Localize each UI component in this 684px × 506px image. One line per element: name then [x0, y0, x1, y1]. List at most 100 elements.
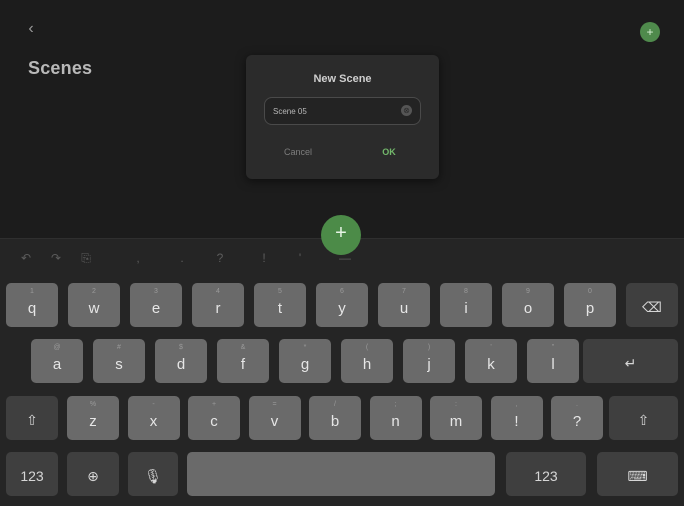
- key-label: p: [585, 300, 595, 317]
- backspace-key[interactable]: ⌫: [626, 283, 678, 327]
- key-alt-label: ,: [515, 401, 518, 408]
- key-alt-label: *: [303, 344, 307, 351]
- plus-icon: +: [335, 222, 347, 244]
- key-alt-label: ": [551, 344, 555, 351]
- key-d[interactable]: $ d: [155, 339, 207, 383]
- key-label: x: [149, 413, 158, 430]
- key-alt-label: 9: [526, 288, 530, 295]
- key-label: o: [523, 300, 533, 317]
- key-label: w: [88, 300, 100, 317]
- key-alt-label: +: [211, 401, 217, 408]
- key-row3-8[interactable]: .?: [551, 396, 603, 440]
- numbers-key-right[interactable]: 123: [506, 452, 586, 496]
- key-row3-5[interactable]: ; n: [369, 396, 422, 440]
- key-r[interactable]: 4r: [192, 283, 244, 327]
- key-label: c: [210, 413, 218, 430]
- key-alt-label: /: [334, 401, 336, 408]
- key-alt-label: ): [427, 344, 431, 351]
- microphone-icon[interactable]: 🎙: [128, 452, 178, 496]
- on-screen-keyboard: ↶ ↷ ⎘,.?! ' — 1 q 2 w 3 e 4 r 5 t 6 y 7 u 8 i 9 o 0 p ⌫ @ a # s $ d & f *…: [0, 238, 684, 506]
- period-key[interactable]: .: [172, 248, 192, 268]
- key-alt-label: ': [490, 344, 492, 351]
- key-label: !: [514, 413, 519, 430]
- key-label: j: [427, 356, 431, 373]
- key-label: ⌫: [642, 299, 662, 315]
- key-t[interactable]: 5t: [254, 283, 306, 327]
- key-h[interactable]: (h: [341, 339, 393, 383]
- key-row3-4[interactable]: / b: [309, 396, 361, 440]
- key-alt-label: .: [576, 401, 578, 408]
- globe-icon[interactable]: ⊕: [67, 452, 119, 496]
- key-label: ⇧: [26, 412, 38, 428]
- numbers-key-left[interactable]: 123: [6, 452, 58, 496]
- add-scene-fab[interactable]: +: [321, 215, 361, 255]
- apostrophe-key[interactable]: ': [290, 248, 310, 268]
- key-a[interactable]: @ a: [31, 339, 83, 383]
- key-label: ⌨: [627, 468, 648, 484]
- space-bar[interactable]: [187, 452, 495, 496]
- add-scene-button[interactable]: +: [640, 22, 660, 42]
- return-key[interactable]: ↵: [583, 339, 678, 383]
- key-alt-label: $: [179, 344, 183, 351]
- scene-name-input[interactable]: [264, 97, 421, 125]
- key-label: g: [300, 356, 310, 373]
- comma-key[interactable]: ,: [128, 248, 148, 268]
- key-label: e: [151, 300, 161, 317]
- key-label: k: [487, 356, 495, 373]
- cancel-button[interactable]: Cancel: [273, 147, 323, 157]
- key-u[interactable]: 7u: [378, 283, 430, 327]
- clear-icon[interactable]: ⊗: [401, 105, 412, 116]
- key-s[interactable]: # s: [93, 339, 145, 383]
- key-label: r: [215, 300, 221, 317]
- key-y[interactable]: 6y: [316, 283, 368, 327]
- key-label: f: [240, 356, 246, 373]
- exclaim-key[interactable]: !: [254, 248, 274, 268]
- shift-key-left[interactable]: ⇧: [6, 396, 58, 440]
- key-label: u: [399, 300, 409, 317]
- key-label: t: [277, 300, 283, 317]
- ok-button[interactable]: OK: [366, 147, 412, 157]
- key-w[interactable]: 2w: [68, 283, 120, 327]
- hide-keyboard-icon[interactable]: ⌨: [597, 452, 678, 496]
- key-alt-label: ;: [394, 401, 397, 408]
- app-screen: ‹ Scenes + New Scene ⊗ Cancel OK: [0, 0, 684, 238]
- dialog-title: New Scene: [313, 73, 372, 85]
- key-g[interactable]: * g: [279, 339, 331, 383]
- key-row3-3[interactable]: = v: [248, 396, 301, 440]
- key-alt-label: 0: [588, 288, 592, 295]
- undo-icon[interactable]: ↶: [16, 248, 36, 268]
- key-alt-label: -: [152, 401, 155, 408]
- key-e[interactable]: 3e: [130, 283, 182, 327]
- key-row3-0[interactable]: % z: [67, 396, 119, 440]
- key-row3-1[interactable]: -x: [127, 396, 180, 440]
- key-l[interactable]: " l: [527, 339, 579, 383]
- key-i[interactable]: 8i: [440, 283, 492, 327]
- key-alt-label: 2: [92, 288, 96, 295]
- question-key[interactable]: ?: [210, 248, 230, 268]
- shift-key-right[interactable]: ⇧: [609, 396, 678, 440]
- key-k[interactable]: ' k: [465, 339, 517, 383]
- key-label: i: [464, 300, 468, 317]
- key-row3-7[interactable]: ,!: [490, 396, 543, 440]
- key-label: m: [449, 413, 463, 430]
- key-alt-label: %: [89, 401, 97, 408]
- key-label: ↵: [624, 355, 637, 371]
- key-label: 123: [534, 468, 558, 484]
- key-alt-label: 7: [402, 288, 406, 295]
- key-j[interactable]: ) j: [403, 339, 455, 383]
- key-o[interactable]: 9o: [502, 283, 554, 327]
- key-q[interactable]: 1q: [6, 283, 58, 327]
- paste-icon[interactable]: ⎘: [76, 248, 96, 268]
- key-row3-6[interactable]: :m: [430, 396, 482, 440]
- key-label: z: [89, 413, 97, 430]
- page-title: Scenes: [28, 58, 93, 78]
- key-p[interactable]: 0p: [564, 283, 616, 327]
- key-alt-label: 5: [278, 288, 282, 295]
- key-label: b: [330, 413, 340, 430]
- key-row3-2[interactable]: + c: [188, 396, 240, 440]
- key-label: ?: [572, 413, 582, 430]
- key-label: a: [52, 356, 62, 373]
- redo-icon[interactable]: ↷: [46, 248, 66, 268]
- chevron-left-icon[interactable]: ‹: [22, 18, 40, 40]
- key-f[interactable]: & f: [217, 339, 269, 383]
